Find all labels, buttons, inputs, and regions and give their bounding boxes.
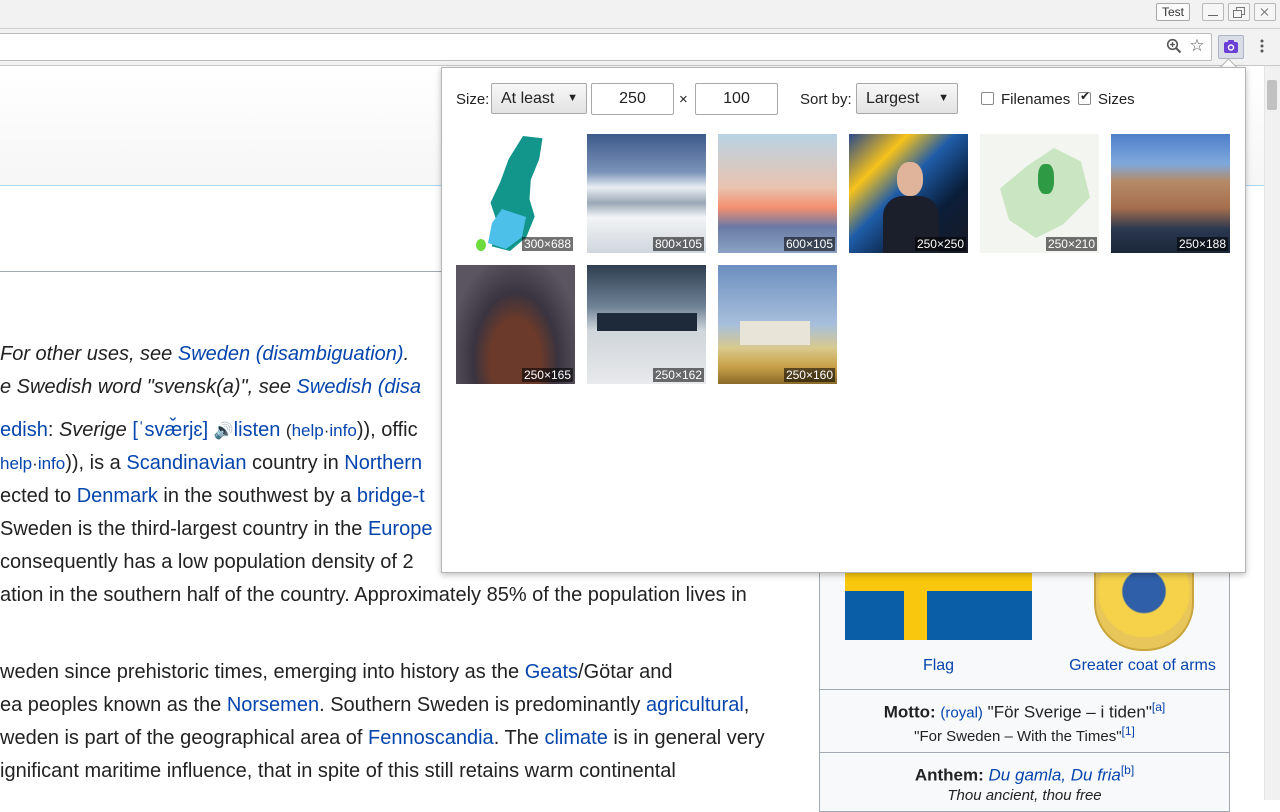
image-thumbnail-stockholm[interactable]: 250×188: [1111, 134, 1230, 253]
link-swedish-disambiguation[interactable]: Swedish (disa: [297, 376, 422, 398]
hatnote-swedish: e Swedish word "svensk(a)", see Swedish …: [0, 376, 422, 398]
image-thumbnail-debate[interactable]: 250×162: [587, 265, 706, 384]
kebab-menu-icon[interactable]: [1254, 37, 1270, 55]
restore-button[interactable]: [1228, 3, 1250, 21]
bookmark-star-icon[interactable]: ☆: [1188, 37, 1206, 55]
link-anthem[interactable]: Du gamla, Du fria: [989, 766, 1121, 785]
paragraph-line: help·info)), is a Scandinavian country i…: [0, 452, 423, 474]
image-thumbnail-sunset[interactable]: 600×105: [718, 134, 837, 253]
window-titlebar: Test: [0, 0, 1280, 29]
image-thumbnail-power-plant[interactable]: 250×160: [718, 265, 837, 384]
link-denmark[interactable]: Denmark: [77, 485, 158, 507]
link-info[interactable]: info: [38, 454, 65, 473]
link-bridge-tunnel[interactable]: bridge-t: [357, 485, 425, 507]
ref-1[interactable]: [1]: [1122, 724, 1135, 738]
image-thumbnail-parliament[interactable]: 250×165: [456, 265, 575, 384]
image-size-badge: 250×210: [1045, 237, 1097, 251]
link-geats[interactable]: Geats: [525, 661, 578, 683]
coat-caption-link[interactable]: Greater coat of arms: [1060, 657, 1225, 675]
filenames-label[interactable]: Filenames: [1001, 91, 1070, 109]
page-scrollbar[interactable]: [1264, 66, 1280, 800]
image-size-badge: 600×105: [783, 237, 835, 251]
profile-button[interactable]: Test: [1156, 3, 1191, 21]
motto-translation: "For Sweden – With the Times"[1]: [914, 724, 1135, 745]
country-infobox: Flag Greater coat of arms Motto: (royal)…: [819, 570, 1230, 812]
image-size-badge: 250×162: [652, 368, 704, 382]
image-size-badge: 250×250: [914, 237, 966, 251]
minimize-button[interactable]: [1202, 3, 1224, 21]
link-northern-europe[interactable]: Northern: [344, 452, 422, 474]
size-mode-value: At least: [501, 90, 555, 107]
size-mode-select[interactable]: At least ▼: [491, 83, 587, 114]
sort-value: Largest: [866, 90, 920, 107]
image-size-badge: 250×188: [1176, 237, 1228, 251]
paragraph-line: weden since prehistoric times, emerging …: [0, 661, 673, 683]
image-size-badge: 300×688: [521, 237, 573, 251]
paragraph-line: ignificant maritime influence, that in s…: [0, 760, 676, 782]
link-ipa[interactable]: [ˈsvæ̌rjɛ]: [132, 419, 208, 441]
ref-b[interactable]: [b]: [1121, 763, 1134, 777]
speaker-icon[interactable]: 🔊: [214, 421, 234, 440]
zoom-in-icon[interactable]: [1165, 37, 1183, 55]
sizes-checkbox[interactable]: [1078, 89, 1091, 105]
link-norsemen[interactable]: Norsemen: [227, 694, 319, 716]
dropdown-arrow-icon: ▼: [938, 92, 949, 104]
flag-image[interactable]: [845, 571, 1032, 640]
link-listen[interactable]: listen: [234, 419, 281, 441]
address-bar[interactable]: [0, 33, 1212, 61]
dropdown-arrow-icon: ▼: [567, 92, 578, 104]
filenames-checkbox[interactable]: [981, 92, 994, 105]
link-agricultural[interactable]: agricultural: [646, 694, 744, 716]
close-window-button[interactable]: [1254, 3, 1276, 21]
infobox-divider: [820, 689, 1229, 690]
flag-caption-link[interactable]: Flag: [845, 657, 1032, 675]
image-thumbnail-mountains[interactable]: 800×105: [587, 134, 706, 253]
link-royal[interactable]: (royal): [940, 705, 983, 722]
paragraph-line: ected to Denmark in the southwest by a b…: [0, 485, 425, 507]
paragraph-line: ation in the southern half of the countr…: [0, 584, 747, 606]
paragraph-line: edish: Sverige [ˈsvæ̌rjɛ] 🔊listen (help·…: [0, 419, 418, 441]
image-thumbnail-europe-map[interactable]: 250×210: [980, 134, 1099, 253]
infobox-divider: [820, 752, 1229, 753]
anthem-translation: Thou ancient, thou free: [947, 787, 1102, 804]
image-thumbnail-king[interactable]: 250×250: [849, 134, 968, 253]
image-size-badge: 800×105: [652, 237, 704, 251]
image-size-badge: 250×160: [783, 368, 835, 382]
min-height-input[interactable]: 100: [695, 83, 778, 115]
hatnote-disambiguation: For other uses, see Sweden (disambiguati…: [0, 343, 410, 365]
image-grabber-extension-icon[interactable]: [1218, 35, 1244, 59]
image-size-badge: 250×165: [521, 368, 573, 382]
min-width-input[interactable]: 250: [591, 83, 674, 115]
link-climate[interactable]: climate: [544, 727, 607, 749]
paragraph-line: weden is part of the geographical area o…: [0, 727, 765, 749]
sort-label: Sort by:: [800, 91, 852, 108]
link-swedish[interactable]: edish: [0, 419, 48, 441]
motto-row: Motto: (royal) "För Sverige – i tiden"[a…: [883, 700, 1166, 722]
coat-of-arms-image[interactable]: [1078, 571, 1206, 651]
sort-select[interactable]: Largest ▼: [856, 83, 958, 114]
ref-a[interactable]: [a]: [1152, 700, 1165, 714]
times-symbol: ×: [679, 91, 688, 108]
paragraph-line: consequently has a low population densit…: [0, 551, 414, 573]
link-fennoscandia[interactable]: Fennoscandia: [368, 727, 494, 749]
link-help[interactable]: help: [292, 421, 324, 440]
scrollbar-thumb[interactable]: [1267, 80, 1277, 110]
sizes-label[interactable]: Sizes: [1098, 91, 1135, 109]
size-label: Size:: [456, 91, 490, 108]
link-europe[interactable]: Europe: [368, 518, 433, 540]
paragraph-line: ea peoples known as the Norsemen. Southe…: [0, 694, 750, 716]
link-scandinavian[interactable]: Scandinavian: [126, 452, 246, 474]
image-thumbnail-sweden-map[interactable]: 300×688: [456, 134, 575, 253]
browser-toolbar: ☆: [0, 29, 1280, 66]
link-help[interactable]: help: [0, 454, 32, 473]
paragraph-line: Sweden is the third-largest country in t…: [0, 518, 433, 540]
anthem-row: Anthem: Du gamla, Du fria[b]: [914, 763, 1135, 785]
image-grabber-popup: Size: At least ▼ 250 × 100 Sort by: Large…: [441, 67, 1246, 573]
link-sweden-disambiguation[interactable]: Sweden (disambiguation): [178, 343, 404, 365]
link-info[interactable]: info: [329, 421, 356, 440]
